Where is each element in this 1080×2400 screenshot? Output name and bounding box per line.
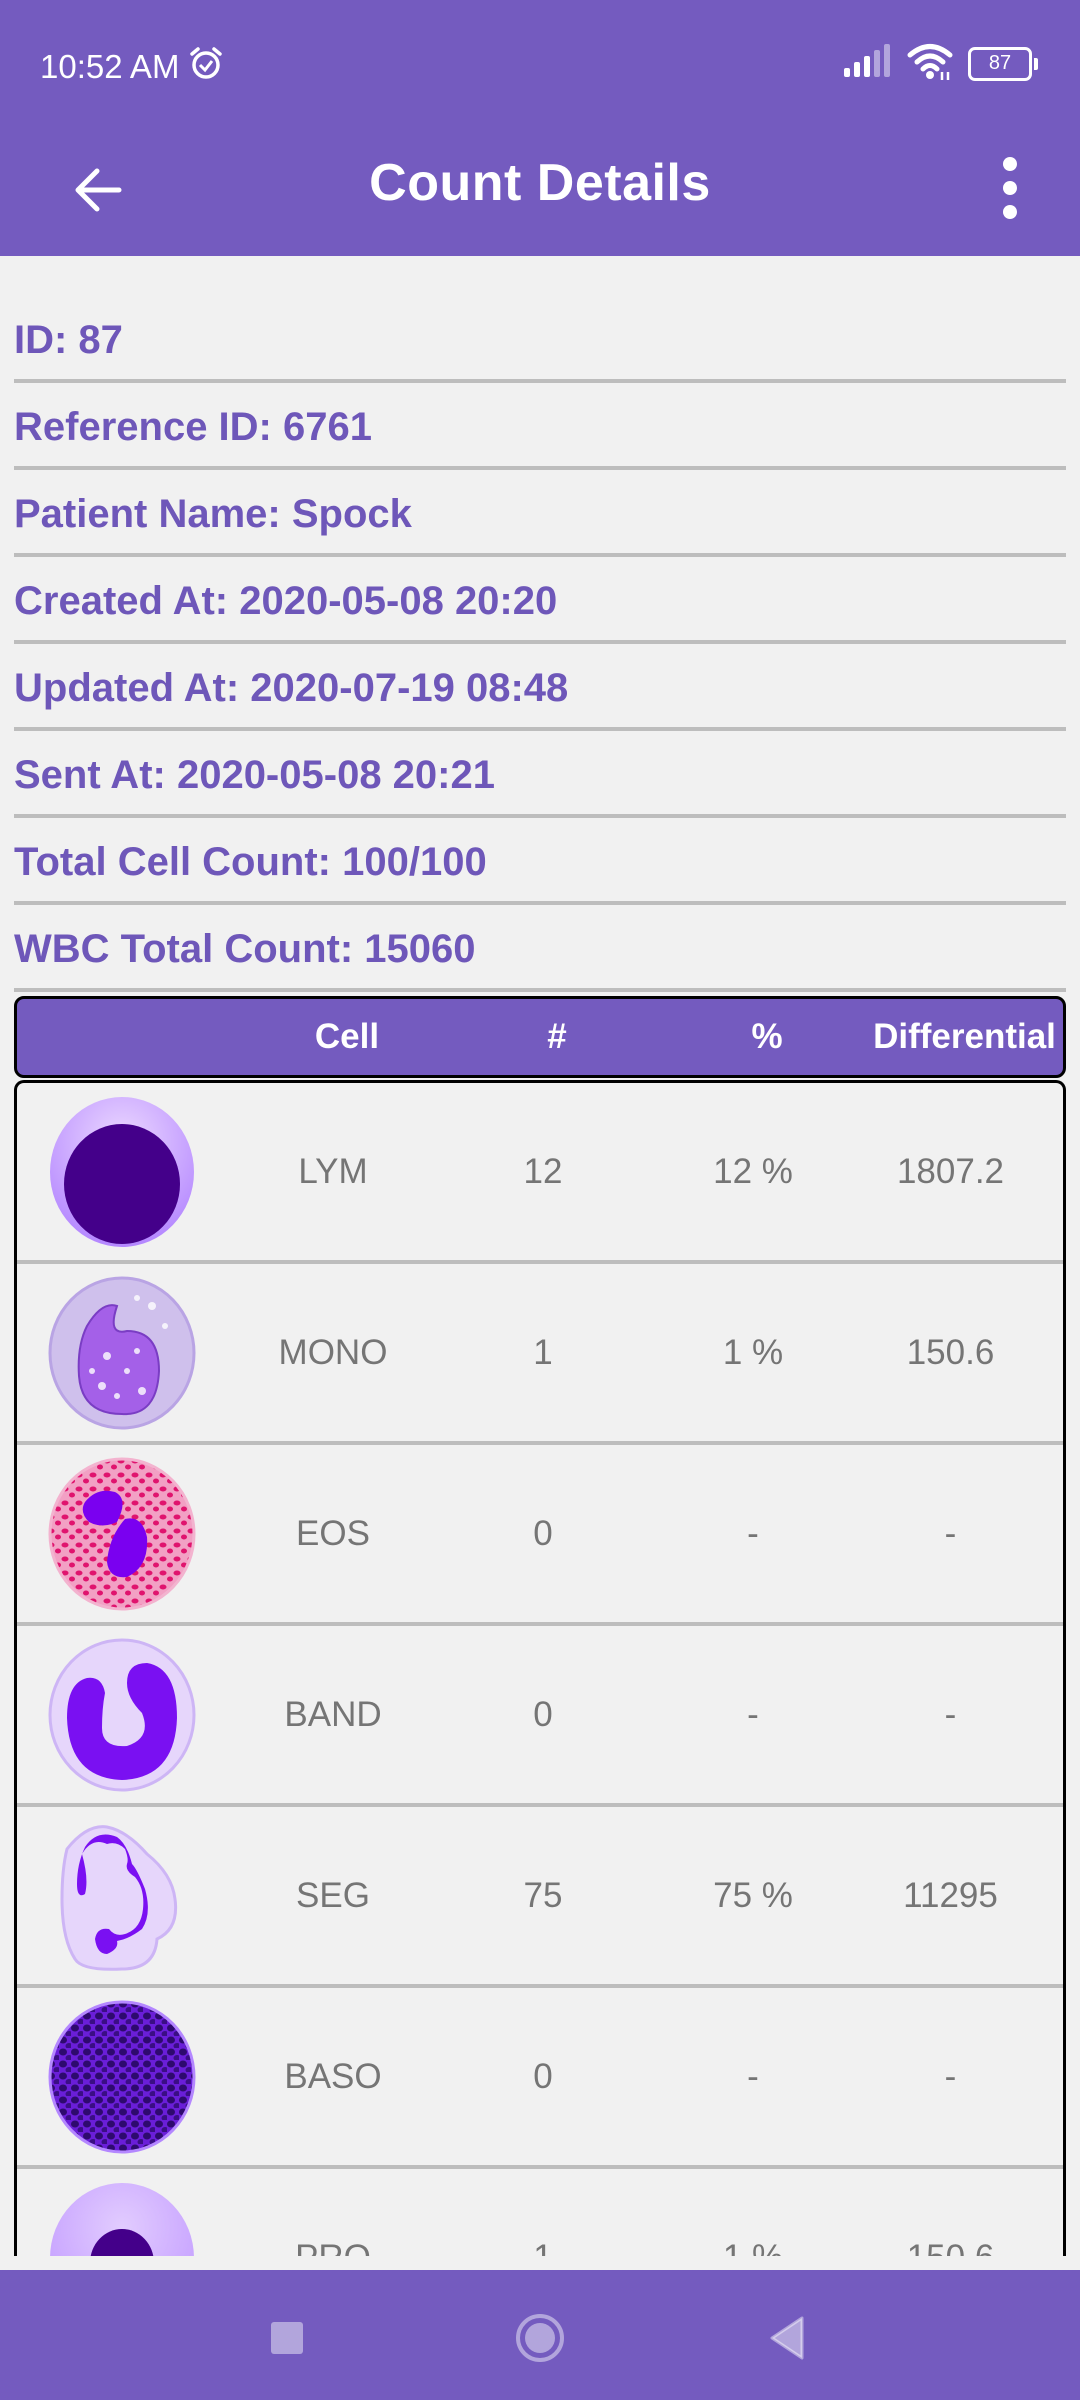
info-row-created-at: Created At: 2020-05-08 20:20 — [14, 557, 1066, 644]
arrow-back-icon — [73, 167, 123, 218]
wifi-icon — [906, 42, 954, 85]
header-percent: % — [751, 1017, 783, 1056]
cell-table-header: Cell # % Differential — [14, 996, 1066, 1078]
nav-back-icon — [768, 2316, 808, 2365]
more-vert-icon-dot — [1003, 205, 1017, 219]
more-vert-icon-dot — [1003, 157, 1017, 171]
nav-back-button[interactable] — [748, 2300, 828, 2380]
info-row-total-cell-count: Total Cell Count: 100/100 — [14, 818, 1066, 905]
info-wbc-total-count: WBC Total Count: 15060 — [14, 927, 476, 971]
status-time: 10:52 AM — [40, 48, 180, 85]
status-icons: 87 — [842, 42, 1038, 85]
table-row: BASO 0 - - — [17, 1988, 1063, 2169]
recents-icon — [269, 2320, 305, 2361]
basophil-icon — [47, 2000, 197, 2154]
back-button[interactable] — [62, 156, 134, 228]
home-button[interactable] — [500, 2300, 580, 2380]
info-total-cell-count: Total Cell Count: 100/100 — [14, 840, 487, 884]
cell-count: 0 — [533, 2057, 553, 2096]
more-options-button[interactable] — [980, 148, 1040, 228]
cell-name: SEG — [296, 1876, 370, 1915]
info-row-id: ID: 87 — [14, 296, 1066, 383]
info-sent-at: Sent At: 2020-05-08 20:21 — [14, 753, 495, 797]
cell-name: EOS — [296, 1514, 370, 1553]
cell-name: MONO — [278, 1333, 388, 1372]
app-bar: Count Details — [0, 128, 1080, 256]
band-neutrophil-icon — [47, 1638, 197, 1792]
home-icon — [514, 2312, 566, 2369]
header-count: # — [547, 1017, 567, 1056]
info-id: ID: 87 — [14, 318, 123, 362]
page-title: Count Details — [369, 154, 711, 212]
cell-count: 1 — [533, 1333, 553, 1372]
info-row-patient-name: Patient Name: Spock — [14, 470, 1066, 557]
info-created-at: Created At: 2020-05-08 20:20 — [14, 579, 558, 623]
content-bottom-edge — [0, 2256, 1080, 2270]
cell-name: BAND — [284, 1695, 382, 1734]
cell-percent: - — [747, 1514, 759, 1553]
cell-percent: 12 % — [713, 1152, 793, 1191]
cell-differential: - — [944, 1514, 957, 1553]
cell-percent: - — [747, 1695, 759, 1734]
cell-percent: 1 % — [722, 1333, 784, 1372]
segmented-neutrophil-icon — [47, 1819, 197, 1973]
cell-percent: 75 % — [713, 1876, 793, 1915]
info-row-sent-at: Sent At: 2020-05-08 20:21 — [14, 731, 1066, 818]
cell-differential: - — [944, 1695, 957, 1734]
cell-name: LYM — [298, 1152, 368, 1191]
info-updated-at: Updated At: 2020-07-19 08:48 — [14, 666, 569, 710]
info-row-wbc-total-count: WBC Total Count: 15060 — [14, 905, 1066, 992]
status-bar: 10:52 AM 87 — [0, 0, 1080, 128]
cell-count: 0 — [533, 1695, 553, 1734]
monocyte-icon — [47, 1276, 197, 1430]
more-vert-icon-dot — [1003, 181, 1017, 195]
cell-count: 12 — [523, 1152, 563, 1191]
eosinophil-icon — [47, 1457, 197, 1611]
alarm-icon — [187, 44, 225, 90]
cell-differential: 150.6 — [906, 1333, 995, 1372]
cell-differential: 1807.2 — [896, 1152, 1005, 1191]
table-row: MONO 1 1 % 150.6 — [17, 1264, 1063, 1445]
lymphocyte-icon — [47, 1095, 197, 1249]
cell-table[interactable]: LYM 12 12 % 1807.2 MONO 1 1 % 150.6 EOS … — [14, 1080, 1066, 2280]
table-row: SEG 75 75 % 11295 — [17, 1807, 1063, 1988]
header-differential: Differential — [873, 1017, 1056, 1056]
cell-differential: 11295 — [903, 1876, 998, 1915]
header-cell: Cell — [314, 1017, 380, 1056]
info-patient-name: Patient Name: Spock — [14, 492, 412, 536]
battery-level: 87 — [988, 52, 1012, 74]
status-time-group: 10:52 AM — [40, 44, 225, 90]
battery-icon: 87 — [968, 46, 1038, 81]
cell-count: 75 — [523, 1876, 563, 1915]
info-reference-id: Reference ID: 6761 — [14, 405, 372, 449]
cell-percent: - — [747, 2057, 759, 2096]
count-info-list: ID: 87 Reference ID: 6761 Patient Name: … — [14, 296, 1066, 992]
info-row-updated-at: Updated At: 2020-07-19 08:48 — [14, 644, 1066, 731]
system-nav-bar — [0, 2270, 1080, 2400]
cell-name: BASO — [284, 2057, 382, 2096]
cell-differential: - — [944, 2057, 957, 2096]
table-row: LYM 12 12 % 1807.2 — [17, 1083, 1063, 1264]
table-row: EOS 0 - - — [17, 1445, 1063, 1626]
cell-count: 0 — [533, 1514, 553, 1553]
signal-icon — [842, 44, 892, 83]
recents-button[interactable] — [247, 2300, 327, 2380]
table-row: BAND 0 - - — [17, 1626, 1063, 1807]
info-row-reference-id: Reference ID: 6761 — [14, 383, 1066, 470]
